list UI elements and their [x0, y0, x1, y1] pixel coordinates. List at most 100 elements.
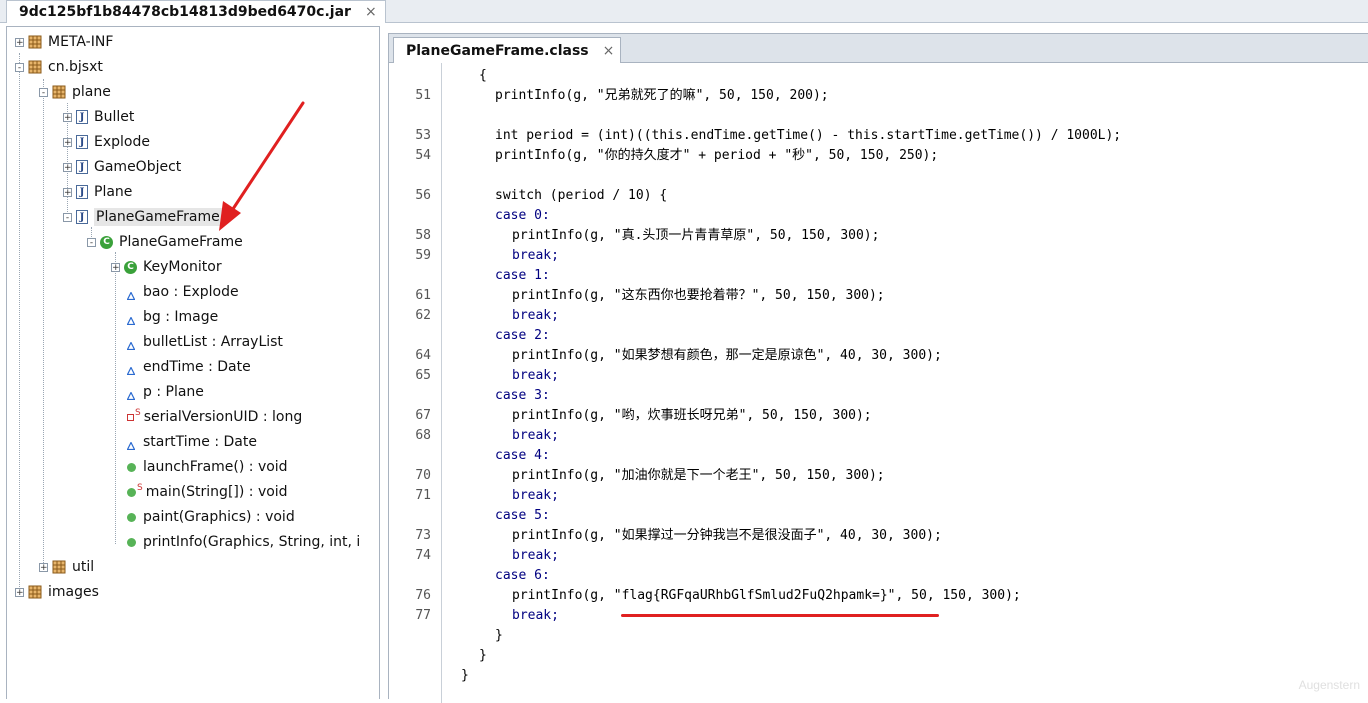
package-icon — [52, 85, 66, 99]
expand-icon[interactable]: + — [111, 262, 120, 272]
editor-tab-title: PlaneGameFrame.class — [406, 42, 589, 59]
code-line: case 2: — [495, 328, 550, 343]
tree-node-method-launchframe[interactable]: launchFrame() : void — [125, 456, 288, 478]
tree-node-plane-class[interactable]: + J Plane — [63, 181, 132, 203]
tree-node-label: paint(Graphics) : void — [143, 509, 295, 525]
java-file-icon: J — [76, 160, 88, 174]
code-line: break; — [512, 308, 559, 323]
tree-node-field-starttime[interactable]: startTime : Date — [125, 431, 257, 453]
tree-node-method-printinfo[interactable]: printInfo(Graphics, String, int, i — [125, 531, 360, 553]
code-line: } — [495, 628, 503, 643]
tree-node-field-p[interactable]: p : Plane — [125, 381, 204, 403]
code-line: printInfo(g, "这东西你也要抢着带？", 50, 150, 300)… — [512, 288, 885, 303]
code-line: break; — [512, 608, 559, 623]
line-number: 54 — [415, 148, 431, 163]
code-line: break; — [512, 488, 559, 503]
code-line: } — [479, 648, 487, 663]
tree-node-explode[interactable]: + J Explode — [63, 131, 150, 153]
tree-node-field-serialversionuid[interactable]: S serialVersionUID : long — [125, 406, 302, 428]
private-static-field-icon — [127, 413, 134, 421]
editor-tab[interactable]: PlaneGameFrame.class × — [393, 37, 622, 63]
tree-node-meta-inf[interactable]: + META-INF — [15, 31, 113, 53]
tree-connector — [115, 252, 116, 544]
code-line: break; — [512, 248, 559, 263]
tree-node-planegameframe[interactable]: - J PlaneGameFrame — [63, 206, 222, 228]
tree-node-images[interactable]: + images — [15, 581, 99, 603]
tree-node-label: KeyMonitor — [143, 259, 222, 275]
code-line: } — [461, 668, 469, 683]
tree-node-field-bulletlist[interactable]: bulletList : ArrayList — [125, 331, 283, 353]
method-icon — [127, 512, 136, 522]
static-marker: S — [137, 483, 143, 493]
expand-icon[interactable]: + — [15, 587, 24, 597]
method-icon — [127, 487, 136, 497]
code-line-flag: printInfo(g, "flag{RGFqaURhbGlfSmlud2FuQ… — [512, 588, 1021, 603]
field-icon — [126, 338, 136, 351]
expand-icon[interactable]: + — [63, 112, 72, 122]
tree-node-label: main(String[]) : void — [145, 484, 288, 500]
tree-node-method-main[interactable]: S main(String[]) : void — [125, 481, 288, 503]
line-number: 61 — [415, 288, 431, 303]
code-line: case 4: — [495, 448, 550, 463]
expand-icon[interactable]: + — [15, 37, 24, 47]
class-tree-panel[interactable]: + META-INF - cn.bjsxt - plane + J Bullet… — [6, 26, 380, 699]
code-line: printInfo(g, "兄弟就死了的嘛", 50, 150, 200); — [495, 88, 829, 103]
flag-underline-annotation — [621, 614, 939, 617]
field-icon — [126, 388, 136, 401]
annotation-arrow-icon — [219, 101, 305, 231]
code-line: printInfo(g, "你的持久度才" + period + "秒", 50… — [495, 148, 939, 163]
tree-node-gameobject[interactable]: + J GameObject — [63, 156, 181, 178]
close-icon[interactable]: × — [603, 43, 615, 59]
collapse-icon[interactable]: - — [87, 237, 96, 247]
line-number: 56 — [415, 188, 431, 203]
code-line: { — [479, 68, 487, 83]
code-line: printInfo(g, "如果撑过一分钟我岂不是很没面子", 40, 30, … — [512, 528, 942, 543]
code-line: int period = (int)((this.endTime.getTime… — [495, 128, 1122, 143]
tree-node-field-endtime[interactable]: endTime : Date — [125, 356, 251, 378]
tree-node-plane[interactable]: - plane — [39, 81, 111, 103]
tree-connector — [43, 79, 44, 569]
package-icon — [28, 60, 42, 74]
jar-tab-bar: 9dc125bf1b84478cb14813d9bed6470c.jar × — [0, 0, 1368, 23]
code-line: case 0: — [495, 208, 550, 223]
tree-node-field-bg[interactable]: bg : Image — [125, 306, 218, 328]
tree-node-label: bao : Explode — [143, 284, 239, 300]
collapse-icon[interactable]: - — [15, 62, 24, 72]
editor-tab-bar: PlaneGameFrame.class × — [389, 34, 1368, 63]
line-number: 59 — [415, 248, 431, 263]
code-editor[interactable]: PlaneGameFrame.class × 51 53 54 56 58 59… — [388, 33, 1368, 703]
java-file-icon: J — [76, 110, 88, 124]
collapse-icon[interactable]: - — [63, 212, 72, 222]
line-number: 74 — [415, 548, 431, 563]
watermark: Augenstern — [1298, 678, 1360, 692]
collapse-icon[interactable]: - — [39, 87, 48, 97]
tree-node-bullet[interactable]: + J Bullet — [63, 106, 134, 128]
expand-icon[interactable]: + — [39, 562, 48, 572]
line-number: 65 — [415, 368, 431, 383]
expand-icon[interactable]: + — [63, 162, 72, 172]
expand-icon[interactable]: + — [63, 137, 72, 147]
tree-node-label: Explode — [94, 134, 150, 150]
tree-node-label: plane — [72, 84, 111, 100]
tree-node-keymonitor[interactable]: + C KeyMonitor — [111, 256, 222, 278]
code-line: printInfo(g, "加油你就是下一个老王", 50, 150, 300)… — [512, 468, 885, 483]
tree-node-util[interactable]: + util — [39, 556, 94, 578]
field-icon — [126, 438, 136, 451]
tree-node-cn-bjsxt[interactable]: - cn.bjsxt — [15, 56, 103, 78]
tree-node-method-paint[interactable]: paint(Graphics) : void — [125, 506, 295, 528]
line-number: 73 — [415, 528, 431, 543]
expand-icon[interactable]: + — [63, 187, 72, 197]
java-file-icon: J — [76, 185, 88, 199]
tree-node-field-bao[interactable]: bao : Explode — [125, 281, 239, 303]
jar-tab[interactable]: 9dc125bf1b84478cb14813d9bed6470c.jar × — [6, 0, 386, 23]
line-number: 64 — [415, 348, 431, 363]
close-icon[interactable]: × — [365, 4, 377, 20]
field-icon — [126, 363, 136, 376]
line-number: 68 — [415, 428, 431, 443]
tree-node-label: printInfo(Graphics, String, int, i — [143, 534, 361, 550]
code-line: switch (period / 10) { — [495, 188, 668, 203]
line-number: 71 — [415, 488, 431, 503]
method-icon — [127, 537, 136, 547]
class-icon: C — [124, 260, 137, 274]
tree-node-label: serialVersionUID : long — [143, 409, 303, 425]
